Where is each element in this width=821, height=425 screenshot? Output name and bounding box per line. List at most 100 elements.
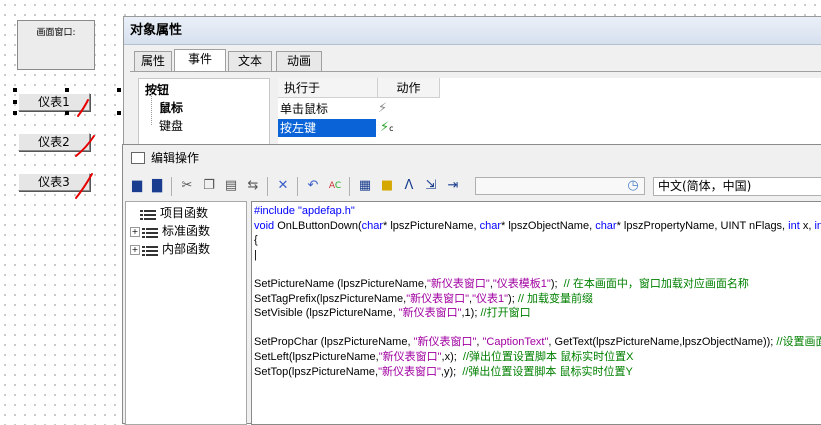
code-token: //设置画面标 [776,336,821,349]
expand-icon[interactable]: + [130,226,140,237]
code-token: // 在本画面中，窗口加载对应画面名称 [563,278,749,290]
copy-icon[interactable]: ❐ [201,178,217,194]
lightning-icon[interactable]: ⚡ [378,100,387,118]
export-icon[interactable]: ⇥ [445,178,461,194]
toolbar-separator [267,177,268,196]
code-token: SetLeft(lpszPictureName, [254,351,379,363]
code-token: //弹出位置设置脚本 鼠标实时位置Y [462,365,633,378]
code-editor[interactable]: #include "apdefap.h" void OnLButtonDown( c… [251,201,821,425]
code-token: "新仪表窗口" [406,292,470,305]
code-token: int [814,219,821,232]
code-token: ,x); [441,351,463,363]
code-line: SetPropChar (lpszPictureName, "新仪表窗口", "… [254,335,821,349]
tree-item-label: 标准函数 [162,224,211,238]
code-line: SetVisible (lpszPictureName, "新仪表窗口",1);… [254,306,531,320]
tab-properties[interactable]: 属性 [134,51,172,71]
compass-icon[interactable]: Λ [401,178,417,194]
paste-icon[interactable]: ▤ [223,178,239,194]
clock-icon[interactable]: ◷ [625,178,641,194]
code-token: //弹出位置设置脚本 鼠标实时位置X [462,351,634,363]
save-as-icon[interactable]: ▇ [149,178,165,194]
code-token: | [254,248,257,261]
code-token: SetTagPrefix(lpszPictureName, [254,292,407,305]
edit-operation-dialog: 编辑操作 ▆ ▇ ✂ ❐ ▤ ⇆ ✕ ↶ AC ▦ ■ Λ ⇲ ⇥ ◷ 中文(简… [122,144,821,425]
object-cube-icon[interactable]: ■ [379,178,395,194]
save-icon[interactable]: ▆ [129,178,145,194]
code-token: { [254,234,258,247]
lightning-c-action-icon[interactable]: ⚡c [380,119,394,138]
event-row-left-button-down[interactable]: 按左键 [278,119,376,137]
edit-toolbar: ▆ ▇ ✂ ❐ ▤ ⇆ ✕ ↶ AC ▦ ■ Λ ⇲ ⇥ ◷ 中文(简体，中国) [123,175,821,199]
trigger-field[interactable] [475,177,645,195]
code-token: x, [799,219,815,232]
function-list-icon [140,208,156,220]
tab-text[interactable]: 文本 [228,51,272,71]
event-label: 按左键 [280,121,317,135]
function-tree: 项目函数 + 标准函数 + 内部函数 [125,201,247,425]
code-token: "CaptionText" [482,336,549,349]
event-row-click[interactable]: 单击鼠标 ⚡ [278,100,420,118]
code-token: "新仪表窗口" [398,307,462,320]
window-icon [131,152,145,164]
code-token: "新仪表窗口" [427,278,490,290]
event-label: 单击鼠标 [280,102,329,116]
tree-connector [151,91,153,125]
tag-list-icon[interactable]: ▦ [357,178,373,194]
code-line: SetTagPrefix(lpszPictureName,"新仪表窗口","仪表… [254,292,593,306]
code-line: { [254,233,258,247]
code-line: SetTop(lpszPictureName,"新仪表窗口",y); //弹出位… [254,365,633,379]
code-token: "新仪表窗口" [413,336,477,349]
function-list-icon [142,226,158,238]
tree-item-internal-functions[interactable]: + 内部函数 [130,240,210,258]
code-token: OnLButtonDown( [274,219,362,232]
tree-item-project-functions[interactable]: 项目函数 [140,204,208,222]
tab-events[interactable]: 事件 [174,49,226,72]
edit-dialog-title: 编辑操作 [123,145,821,171]
code-token: "新仪表窗口" [378,351,442,363]
tab-animation[interactable]: 动画 [276,51,322,71]
code-token: void [254,219,275,232]
import-icon[interactable]: ⇲ [423,178,439,194]
code-line: void OnLButtonDown( char* lpszPictureName… [254,219,821,233]
code-token: * lpszPictureName, [383,219,480,232]
column-header-executed-on: 执行于 [278,78,378,98]
tree-item-standard-functions[interactable]: + 标准函数 [130,222,210,240]
tab-label: 文本 [237,54,262,68]
compile-icon[interactable]: AC [327,178,343,194]
code-token: SetPropChar (lpszPictureName, [254,336,414,349]
code-token: ,y); [440,365,463,378]
code-token: SetVisible (lpszPictureName, [254,307,399,320]
tree-item-button[interactable]: 按钮 [145,81,169,98]
code-token: , GetText(lpszPictureName,lpszObjectName… [548,336,777,349]
cut-icon[interactable]: ✂ [179,178,195,194]
toolbar-separator [349,177,350,196]
tree-item-label: 项目函数 [160,206,209,220]
function-list-icon [142,244,158,256]
code-token: SetTop(lpszPictureName, [254,365,379,378]
code-token: char [479,219,502,232]
code-token: #include "apdefap.h" [254,205,355,217]
tab-label: 事件 [187,52,212,66]
undo-icon[interactable]: ↶ [305,178,321,194]
code-line: | [254,248,257,262]
code-token: * lpszObjectName, [501,219,596,232]
language-select[interactable]: 中文(简体，中国) [653,177,821,196]
code-token: "仪表模板1" [492,278,551,290]
code-token: //打开窗口 [480,307,531,320]
paste-special-icon[interactable]: ⇆ [245,178,261,194]
tree-item-mouse[interactable]: 鼠标 [159,99,183,116]
code-token: "仪表1" [472,292,509,305]
code-token: ,1); [461,307,481,320]
delete-icon[interactable]: ✕ [275,178,291,194]
code-token: ); [550,278,564,290]
tab-label: 属性 [140,54,165,68]
language-select-value: 中文(简体，中国) [658,179,752,193]
tree-item-keyboard[interactable]: 键盘 [159,117,183,134]
code-token: int [788,219,800,232]
code-token: * lpszPropertyName, UINT nFlags, [616,219,789,232]
toolbar-separator [171,177,172,196]
expand-icon[interactable]: + [130,244,140,255]
code-line: SetPictureName (lpszPictureName,"新仪表窗口",… [254,277,749,291]
code-token: "新仪表窗口" [378,365,441,378]
tree-item-label: 内部函数 [162,242,211,256]
